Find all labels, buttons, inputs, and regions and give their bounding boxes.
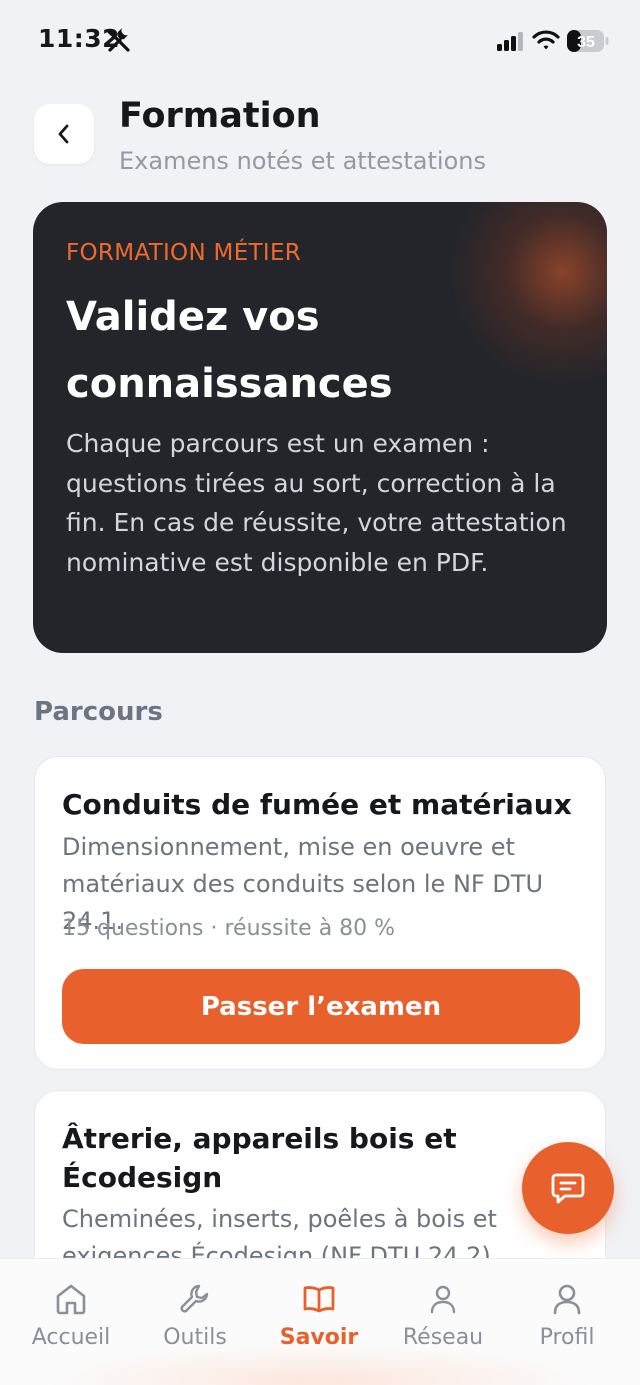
course-meta: 15 questions · réussite à 80 % <box>62 916 396 941</box>
person-icon <box>430 1285 456 1314</box>
nav-item-reseau[interactable]: Réseau <box>381 1281 505 1371</box>
course-title: Conduits de fumée et matériaux <box>62 788 572 821</box>
hero-title: Validez vos connaissances <box>66 294 393 407</box>
chat-icon <box>551 1173 585 1204</box>
tools-icon <box>107 28 130 52</box>
chevron-left-icon <box>58 124 69 144</box>
section-title: Parcours <box>34 697 163 727</box>
status-bar: 11:32 35 <box>0 0 640 80</box>
nav-item-savoir[interactable]: Savoir <box>257 1281 381 1371</box>
hero-eyebrow: FORMATION MÉTIER <box>66 240 302 266</box>
nav-label: Accueil <box>31 1325 111 1350</box>
nav-label: Outils <box>163 1325 227 1350</box>
nav-label: Profil <box>539 1325 595 1350</box>
nav-item-accueil[interactable]: Accueil <box>9 1281 133 1371</box>
wifi-icon <box>532 30 560 50</box>
nav-item-outils[interactable]: Outils <box>133 1281 257 1371</box>
home-icon <box>56 1284 86 1315</box>
course-card: Conduits de fumée et matériaux Dimension… <box>34 756 606 1070</box>
back-button[interactable] <box>34 104 94 164</box>
nav-label: Savoir <box>279 1325 359 1350</box>
hero-body: Chaque parcours est un examen : question… <box>66 429 567 577</box>
nav-label: Réseau <box>402 1325 484 1350</box>
user-icon <box>553 1284 581 1315</box>
page-title: Formation <box>119 96 321 136</box>
book-icon <box>303 1286 335 1313</box>
battery-level: 35 <box>577 34 595 51</box>
bottom-nav: Accueil Outils Savoir Réseau Profil <box>0 1258 640 1385</box>
battery-icon: 35 <box>567 30 609 52</box>
wrench-icon <box>180 1284 209 1313</box>
signal-icon <box>497 32 523 51</box>
take-exam-button[interactable]: Passer l’examen <box>62 969 580 1044</box>
hero-card: FORMATION MÉTIER Validez vos connaissanc… <box>33 202 607 653</box>
nav-item-profil[interactable]: Profil <box>505 1281 629 1371</box>
page-subtitle: Examens notés et attestations <box>119 147 486 175</box>
chat-button[interactable] <box>522 1142 614 1234</box>
course-title: Âtrerie, appareils bois et Écodesign <box>62 1122 457 1194</box>
